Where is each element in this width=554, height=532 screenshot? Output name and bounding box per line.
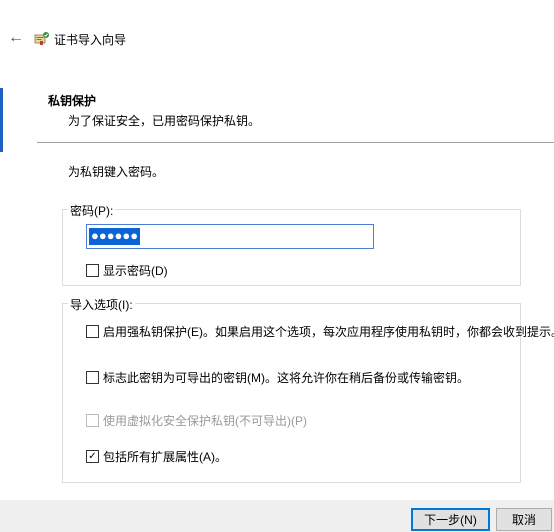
- header-divider: [37, 142, 554, 143]
- wizard-header: 私钥保护 为了保证安全，已用密码保护私钥。: [0, 88, 554, 142]
- arrow-left-icon: ←: [8, 29, 24, 46]
- checkbox-box[interactable]: [86, 371, 99, 384]
- button-bar: 下一步(N) 取消: [0, 500, 554, 532]
- extended-properties-label: 包括所有扩展属性(A)。: [103, 450, 227, 464]
- certificate-wizard-icon: [34, 32, 49, 45]
- strong-key-protection-label: 启用强私钥保护(E)。如果启用这个选项，每次应用程序使用私钥时，你都会收到提示。: [103, 325, 554, 339]
- next-button[interactable]: 下一步(N): [411, 508, 490, 531]
- exportable-key-checkbox[interactable]: 标志此密钥为可导出的密钥(M)。这将允许你在稍后备份或传输密钥。: [86, 369, 469, 386]
- checkbox-box[interactable]: [86, 264, 99, 277]
- virtualization-security-checkbox: 使用虚拟化安全保护私钥(不可导出)(P): [86, 412, 307, 429]
- show-password-checkbox[interactable]: 显示密码(D): [86, 262, 168, 279]
- virtualization-security-label: 使用虚拟化安全保护私钥(不可导出)(P): [103, 414, 307, 428]
- show-password-label: 显示密码(D): [103, 264, 168, 278]
- strong-key-protection-checkbox[interactable]: 启用强私钥保护(E)。如果启用这个选项，每次应用程序使用私钥时，你都会收到提示。: [86, 323, 554, 340]
- title-bar: ← 证书导入向导: [0, 0, 554, 78]
- extended-properties-checkbox[interactable]: ✓ 包括所有扩展属性(A)。: [86, 448, 227, 465]
- checkbox-box[interactable]: [86, 325, 99, 338]
- password-group-label: 密码(P):: [68, 202, 116, 219]
- password-value: ●●●●●●: [89, 228, 141, 245]
- cancel-button[interactable]: 取消: [496, 508, 552, 531]
- exportable-key-label: 标志此密钥为可导出的密钥(M)。这将允许你在稍后备份或传输密钥。: [103, 371, 469, 385]
- checkbox-checked-icon[interactable]: ✓: [86, 450, 99, 463]
- page-title: 私钥保护: [48, 94, 97, 108]
- back-button[interactable]: ←: [6, 28, 26, 48]
- window-title: 证书导入向导: [54, 33, 127, 47]
- checkbox-box: [86, 414, 99, 427]
- page-subtitle: 为了保证安全，已用密码保护私钥。: [68, 114, 261, 128]
- import-options-group-label: 导入选项(I):: [68, 296, 135, 313]
- certificate-import-wizard-window: ← 证书导入向导 私钥保护 为了保证安全，已用密码保护私钥。 为私钥键入密码。 …: [0, 0, 554, 532]
- instruction-text: 为私钥键入密码。: [68, 165, 165, 179]
- password-input[interactable]: ●●●●●●: [86, 224, 374, 249]
